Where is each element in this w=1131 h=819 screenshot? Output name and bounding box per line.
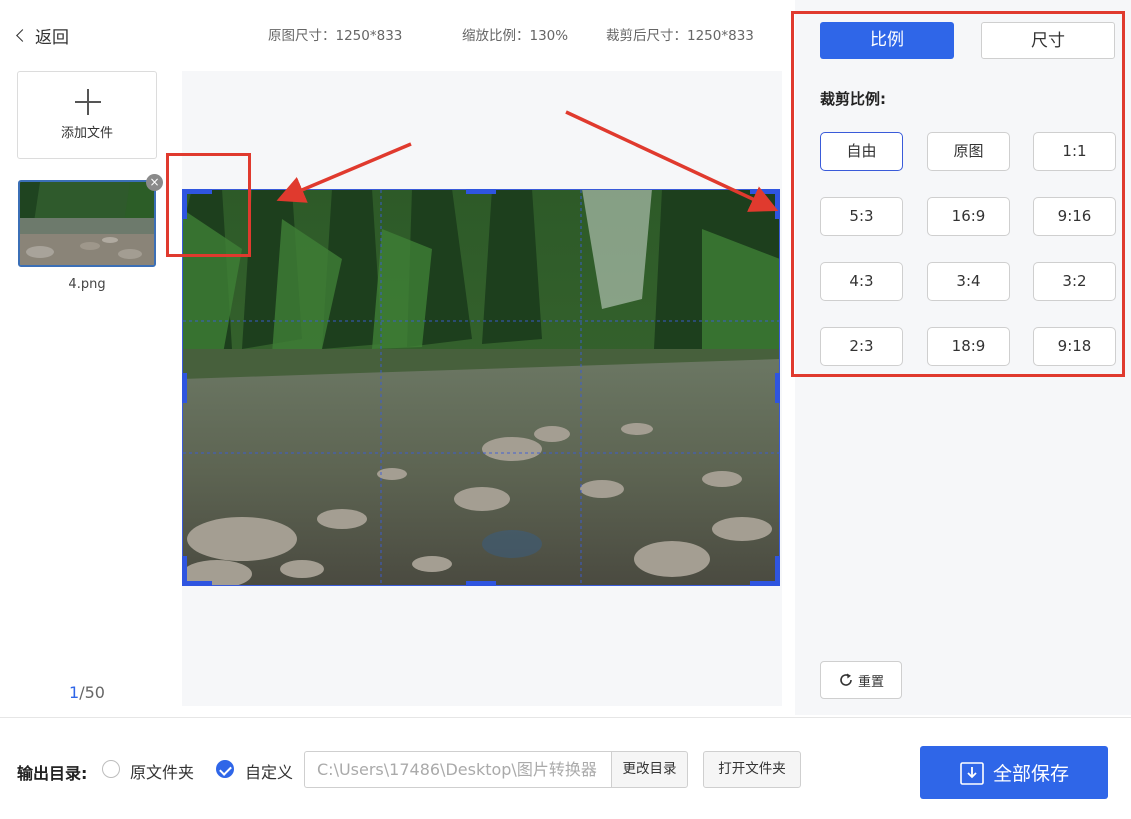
- save-all-button[interactable]: 全部保存: [920, 746, 1108, 799]
- change-dir-button[interactable]: 更改目录: [611, 751, 688, 788]
- open-folder-button[interactable]: 打开文件夹: [703, 751, 801, 788]
- original-folder-label[interactable]: 原文件夹: [130, 759, 194, 783]
- download-icon: [960, 761, 984, 785]
- arrow-to-left-corner: [276, 142, 412, 203]
- output-dir-label: 输出目录:: [17, 764, 88, 783]
- arrow-to-right-corner: [565, 110, 779, 212]
- custom-folder-label[interactable]: 自定义: [245, 759, 293, 783]
- radio-original-folder[interactable]: [102, 760, 120, 778]
- annotation-arrows: [276, 110, 779, 212]
- radio-custom-folder[interactable]: [216, 760, 234, 778]
- bottom-divider: [0, 717, 1131, 718]
- save-all-label: 全部保存: [992, 763, 1069, 785]
- output-path-field[interactable]: C:\Users\17486\Desktop\图片转换器: [304, 751, 611, 788]
